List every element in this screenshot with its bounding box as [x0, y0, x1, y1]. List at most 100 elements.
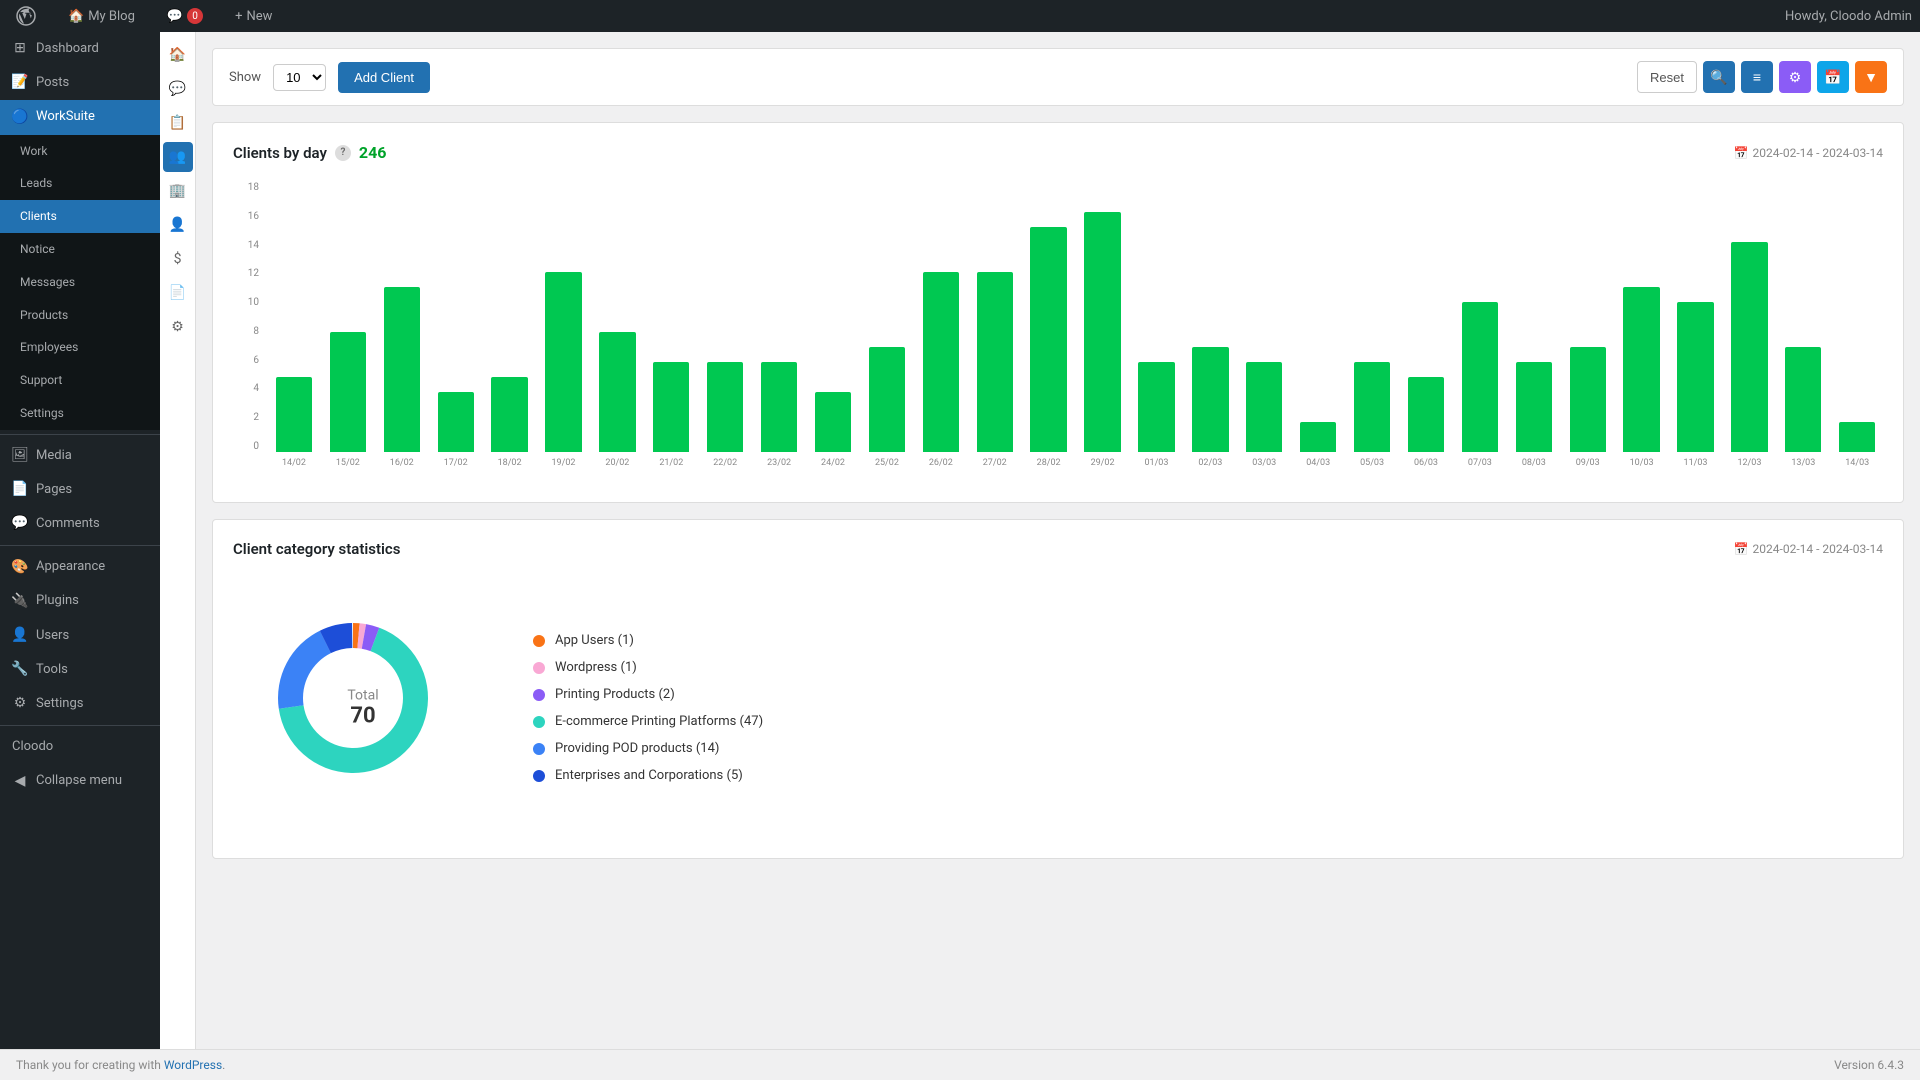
bar[interactable] [599, 332, 635, 452]
y-label: 6 [253, 355, 259, 366]
icon-chat-btn[interactable]: 💬 [163, 74, 193, 104]
bar[interactable] [1246, 362, 1282, 452]
footer-wp-link[interactable]: WordPress [164, 1058, 222, 1072]
home-icon: 🏠 [68, 9, 84, 24]
comments-link[interactable]: 💬 0 [159, 0, 211, 32]
reset-button[interactable]: Reset [1637, 61, 1697, 93]
icon-dollar-btn[interactable]: $ [163, 244, 193, 274]
sidebar-item-work[interactable]: Work [0, 135, 160, 168]
filter-button[interactable]: ⚙ [1779, 61, 1811, 93]
sidebar-item-clients[interactable]: Clients [0, 200, 160, 233]
sidebar-item-leads[interactable]: Leads [0, 167, 160, 200]
app-body: ⊞ Dashboard 📝 Posts 🔵 WorkSuite Work Lea… [0, 32, 1920, 1049]
sidebar-item-posts[interactable]: 📝 Posts [0, 66, 160, 100]
sidebar-item-cloodo[interactable]: Cloodo [0, 730, 160, 764]
sidebar-item-users[interactable]: 👤 Users [0, 619, 160, 653]
bar[interactable] [1138, 362, 1174, 452]
bar[interactable] [384, 287, 420, 452]
search-icon: 🔍 [1710, 69, 1727, 86]
sidebar-item-media[interactable]: 🖼 Media [0, 439, 160, 473]
sidebar-item-appearance[interactable]: 🎨 Appearance [0, 550, 160, 584]
icon-person-btn[interactable]: 👤 [163, 210, 193, 240]
sidebar-item-notice[interactable]: Notice [0, 233, 160, 266]
x-label: 25/02 [861, 452, 913, 482]
calendar-button[interactable]: 📅 [1817, 61, 1849, 93]
clients-by-day-card: Clients by day ? 246 📅 2024-02-14 - 2024… [212, 122, 1904, 503]
sidebar-item-collapse[interactable]: ◀ Collapse menu [0, 764, 160, 798]
bar-column [1292, 182, 1344, 452]
x-label: 03/03 [1238, 452, 1290, 482]
bar[interactable] [761, 362, 797, 452]
bar[interactable] [1084, 212, 1120, 452]
divider-2 [0, 545, 160, 546]
funnel-button[interactable]: ▼ [1855, 61, 1887, 93]
donut-segment[interactable] [278, 631, 331, 709]
search-button[interactable]: 🔍 [1703, 61, 1735, 93]
icon-gear-btn[interactable]: ⚙ [163, 312, 193, 342]
sidebar-item-comments[interactable]: 💬 Comments [0, 507, 160, 541]
icon-building-btn[interactable]: 🏢 [163, 176, 193, 206]
chat-icon: 💬 [169, 81, 186, 97]
site-name-link[interactable]: 🏠 My Blog [60, 0, 143, 32]
add-client-button[interactable]: Add Client [338, 62, 430, 93]
x-label: 19/02 [538, 452, 590, 482]
bar[interactable] [491, 377, 527, 452]
bar[interactable] [1677, 302, 1713, 452]
bar[interactable] [977, 272, 1013, 452]
bar[interactable] [1516, 362, 1552, 452]
donut-center: Total 70 [347, 688, 378, 729]
bar-column [1831, 182, 1883, 452]
bar[interactable] [1623, 287, 1659, 452]
page-footer: Thank you for creating with WordPress. V… [0, 1049, 1920, 1080]
bar-column [484, 182, 536, 452]
sidebar-item-settings[interactable]: Settings [0, 397, 160, 430]
legend-label: Enterprises and Corporations (5) [555, 768, 743, 783]
sidebar-item-support[interactable]: Support [0, 364, 160, 397]
bar[interactable] [276, 377, 312, 452]
bar[interactable] [1462, 302, 1498, 452]
bar[interactable] [1785, 347, 1821, 452]
bar[interactable] [1731, 242, 1767, 452]
icon-home-btn[interactable]: 🏠 [163, 40, 193, 70]
wp-logo-link[interactable] [8, 0, 44, 32]
sidebar-item-settings2[interactable]: ⚙ Settings [0, 687, 160, 721]
new-link[interactable]: + New [227, 0, 280, 32]
bar[interactable] [815, 392, 851, 452]
sidebar-item-tools[interactable]: 🔧 Tools [0, 653, 160, 687]
icon-file-btn[interactable]: 📄 [163, 278, 193, 308]
icon-doc-btn[interactable]: 📋 [163, 108, 193, 138]
help-icon[interactable]: ? [335, 145, 351, 161]
sidebar-item-worksuite[interactable]: 🔵 WorkSuite [0, 100, 160, 134]
icon-people-btn[interactable]: 👥 [163, 142, 193, 172]
bar[interactable] [1192, 347, 1228, 452]
bar[interactable] [1300, 422, 1336, 452]
bar[interactable] [1839, 422, 1875, 452]
legend-item: Enterprises and Corporations (5) [533, 768, 763, 783]
plus-icon: + [235, 9, 242, 24]
bar[interactable] [330, 332, 366, 452]
x-label: 23/02 [753, 452, 805, 482]
bar[interactable] [1408, 377, 1444, 452]
stats-title-text: Client category statistics [233, 540, 400, 558]
sidebar-item-plugins[interactable]: 🔌 Plugins [0, 584, 160, 618]
bar[interactable] [707, 362, 743, 452]
bar[interactable] [438, 392, 474, 452]
comments-label: Comments [36, 515, 100, 533]
show-label: Show [229, 70, 261, 85]
bar[interactable] [1570, 347, 1606, 452]
bar[interactable] [545, 272, 581, 452]
bar[interactable] [869, 347, 905, 452]
bar[interactable] [923, 272, 959, 452]
show-select[interactable]: 10 25 50 [273, 64, 326, 91]
bar-column [1131, 182, 1183, 452]
bar[interactable] [653, 362, 689, 452]
bar[interactable] [1030, 227, 1066, 452]
sidebar-item-dashboard[interactable]: ⊞ Dashboard [0, 32, 160, 66]
sidebar-item-products[interactable]: Products [0, 299, 160, 332]
sidebar-item-messages[interactable]: Messages [0, 266, 160, 299]
list-view-button[interactable]: ≡ [1741, 61, 1773, 93]
bar[interactable] [1354, 362, 1390, 452]
appearance-icon: 🎨 [12, 559, 28, 575]
sidebar-item-pages[interactable]: 📄 Pages [0, 473, 160, 507]
sidebar-item-employees[interactable]: Employees [0, 331, 160, 364]
